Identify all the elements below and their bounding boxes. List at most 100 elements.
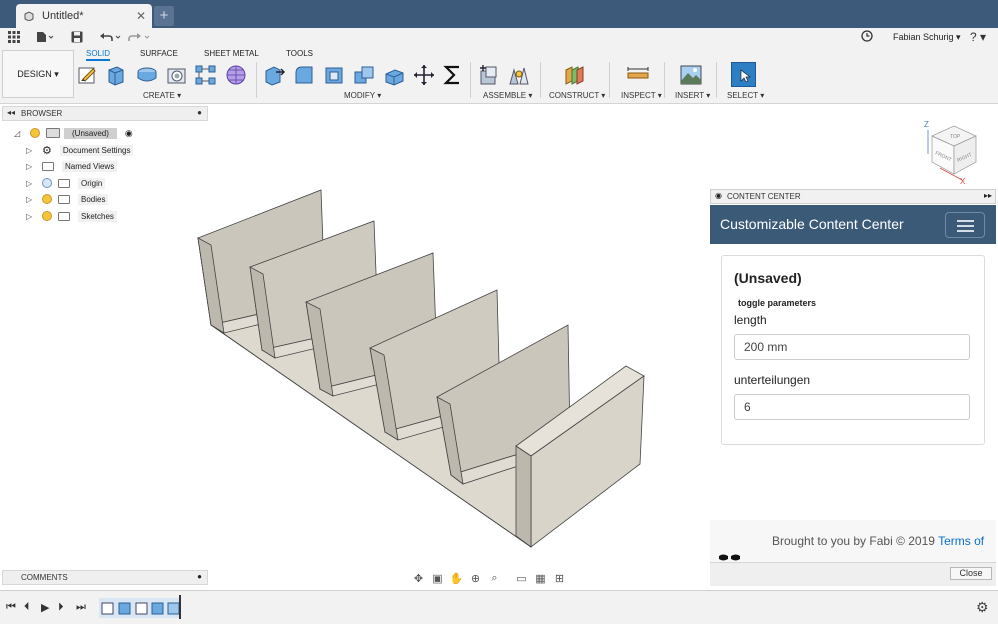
go-to-start-icon[interactable]: ⏮ bbox=[6, 601, 16, 614]
scale-icon[interactable] bbox=[383, 64, 405, 86]
file-menu-icon[interactable] bbox=[36, 31, 54, 46]
browser-pin-icon[interactable]: ● bbox=[197, 108, 202, 117]
browser-root-label[interactable]: (Unsaved) bbox=[64, 127, 117, 139]
tab-sheet-metal[interactable]: SHEET METAL bbox=[204, 49, 259, 58]
combine-icon[interactable] bbox=[353, 64, 375, 86]
revolve-icon[interactable] bbox=[136, 64, 158, 86]
zoom-icon[interactable]: ⊕ bbox=[467, 572, 484, 585]
comments-panel-header[interactable]: COMMENTS ● bbox=[2, 570, 208, 585]
browser-item-bodies[interactable]: ▷ Bodies bbox=[26, 192, 109, 206]
visibility-bulb-icon[interactable] bbox=[42, 194, 52, 204]
timeline-sketch-icon bbox=[135, 602, 148, 615]
zoom-window-icon[interactable]: ⌕ bbox=[486, 572, 503, 585]
select-group-menu[interactable]: SELECT ▾ bbox=[727, 91, 764, 100]
tab-tools[interactable]: TOOLS bbox=[286, 49, 313, 58]
collapse-arrow-icon[interactable]: ◿ bbox=[14, 129, 24, 138]
go-to-end-icon[interactable]: ⏭ bbox=[76, 601, 86, 614]
timeline-features[interactable] bbox=[99, 598, 181, 618]
document-tab[interactable]: Untitled* ✕ bbox=[16, 4, 152, 28]
redo-icon[interactable] bbox=[128, 31, 150, 46]
browser-item-named-views[interactable]: ▷ Named Views bbox=[26, 159, 118, 173]
pan-hand-icon[interactable]: ✋ bbox=[448, 572, 465, 585]
undo-icon[interactable] bbox=[99, 31, 121, 46]
view-cube[interactable]: TOP FRONT RIGHT Z X bbox=[920, 118, 990, 193]
expand-panel-icon[interactable]: ▸▸ bbox=[984, 191, 992, 200]
close-tab-icon[interactable]: ✕ bbox=[136, 9, 146, 23]
folder-icon bbox=[42, 161, 54, 171]
expand-arrow-icon[interactable]: ▷ bbox=[26, 146, 36, 155]
orbit-icon[interactable]: ✥ bbox=[410, 572, 427, 585]
browser-item-origin[interactable]: ▷ Origin bbox=[26, 176, 106, 190]
save-icon[interactable] bbox=[71, 31, 83, 46]
viewcube-x-axis: X bbox=[960, 177, 966, 186]
inspect-group-menu[interactable]: INSPECT ▾ bbox=[621, 91, 662, 100]
press-pull-icon[interactable] bbox=[263, 64, 285, 86]
browser-item-document-settings[interactable]: ▷ ⚙ Document Settings bbox=[26, 143, 134, 157]
timeline-settings-gear-icon[interactable]: ⚙ bbox=[976, 599, 989, 616]
activate-radio-icon[interactable]: ◉ bbox=[125, 128, 133, 139]
expand-arrow-icon[interactable]: ▷ bbox=[26, 162, 36, 171]
insert-group-menu[interactable]: INSERT ▾ bbox=[675, 91, 710, 100]
tab-solid[interactable]: SOLID bbox=[86, 49, 111, 61]
construct-group-menu[interactable]: CONSTRUCT ▾ bbox=[549, 91, 605, 100]
browser-item-label: Document Settings bbox=[59, 144, 134, 156]
insert-image-icon[interactable] bbox=[680, 64, 702, 86]
terms-link[interactable]: Terms of bbox=[938, 534, 984, 548]
pattern-icon[interactable] bbox=[195, 64, 217, 86]
select-icon[interactable] bbox=[731, 62, 756, 87]
viewports-icon[interactable]: ⊞ bbox=[551, 572, 568, 585]
hole-icon[interactable] bbox=[166, 64, 188, 86]
grid-snaps-icon[interactable]: ▦ bbox=[532, 572, 549, 585]
timeline-track[interactable] bbox=[99, 598, 181, 618]
browser-panel-header[interactable]: ◂◂ BROWSER ● bbox=[2, 106, 208, 121]
job-status-icon[interactable] bbox=[861, 30, 873, 45]
help-icon[interactable]: ? ▾ bbox=[970, 30, 986, 44]
browser-root[interactable]: ◿ (Unsaved) ◉ bbox=[14, 126, 133, 140]
hamburger-menu-icon[interactable] bbox=[945, 212, 985, 238]
fillet-icon[interactable] bbox=[293, 64, 315, 86]
tab-surface[interactable]: SURFACE bbox=[140, 49, 178, 58]
form-icon[interactable] bbox=[225, 64, 247, 86]
create-sketch-icon[interactable] bbox=[77, 64, 99, 86]
ribbon-separator bbox=[609, 62, 610, 98]
timeline-bar: ⏮ ⏴ ▶ ⏵ ⏭ ⚙ bbox=[0, 590, 998, 624]
play-icon[interactable]: ▶ bbox=[41, 601, 49, 614]
shell-icon[interactable] bbox=[323, 64, 345, 86]
measure-icon[interactable] bbox=[627, 64, 649, 86]
unterteilungen-input[interactable]: 6 bbox=[734, 394, 970, 420]
comments-pin-icon[interactable]: ● bbox=[197, 572, 202, 581]
collapse-browser-icon[interactable]: ◂◂ bbox=[7, 108, 15, 117]
expand-arrow-icon[interactable]: ▷ bbox=[26, 179, 36, 188]
new-tab-button[interactable]: + bbox=[154, 6, 174, 26]
visibility-bulb-icon[interactable] bbox=[30, 128, 40, 138]
parameters-icon[interactable] bbox=[442, 64, 464, 86]
timeline-marker[interactable] bbox=[179, 595, 181, 619]
look-at-icon[interactable]: ▣ bbox=[429, 572, 446, 585]
content-center-brand[interactable]: Customizable Content Center bbox=[720, 216, 904, 232]
content-center-header[interactable]: ◉ CONTENT CENTER ▸▸ bbox=[710, 189, 996, 204]
move-copy-icon[interactable] bbox=[413, 64, 435, 86]
expand-arrow-icon[interactable]: ▷ bbox=[26, 195, 36, 204]
assemble-group-menu[interactable]: ASSEMBLE ▾ bbox=[483, 91, 532, 100]
app-grid-icon[interactable] bbox=[8, 31, 20, 46]
user-account-menu[interactable]: Fabian Schurig ▾ bbox=[893, 32, 961, 43]
viewcube-top-label[interactable]: TOP bbox=[950, 134, 961, 140]
create-group-menu[interactable]: CREATE ▾ bbox=[143, 91, 181, 100]
content-center-pin-icon[interactable]: ◉ bbox=[715, 191, 722, 200]
visibility-bulb-icon[interactable] bbox=[42, 211, 52, 221]
extrude-icon[interactable] bbox=[105, 64, 127, 86]
browser-item-sketches[interactable]: ▷ Sketches bbox=[26, 209, 117, 223]
step-back-icon[interactable]: ⏴ bbox=[24, 601, 30, 614]
close-button[interactable]: Close bbox=[950, 567, 992, 580]
joint-icon[interactable] bbox=[508, 64, 530, 86]
display-settings-icon[interactable]: ▭ bbox=[513, 572, 530, 585]
new-component-icon[interactable] bbox=[478, 64, 500, 86]
length-input[interactable]: 200 mm bbox=[734, 334, 970, 360]
step-forward-icon[interactable]: ⏵ bbox=[58, 601, 64, 614]
toggle-parameters-link[interactable]: toggle parameters bbox=[738, 298, 816, 308]
expand-arrow-icon[interactable]: ▷ bbox=[26, 212, 36, 221]
modify-group-menu[interactable]: MODIFY ▾ bbox=[344, 91, 381, 100]
workspace-switcher-button[interactable]: DESIGN ▾ bbox=[2, 50, 74, 98]
visibility-bulb-icon[interactable] bbox=[42, 178, 52, 188]
offset-plane-icon[interactable] bbox=[563, 64, 585, 86]
